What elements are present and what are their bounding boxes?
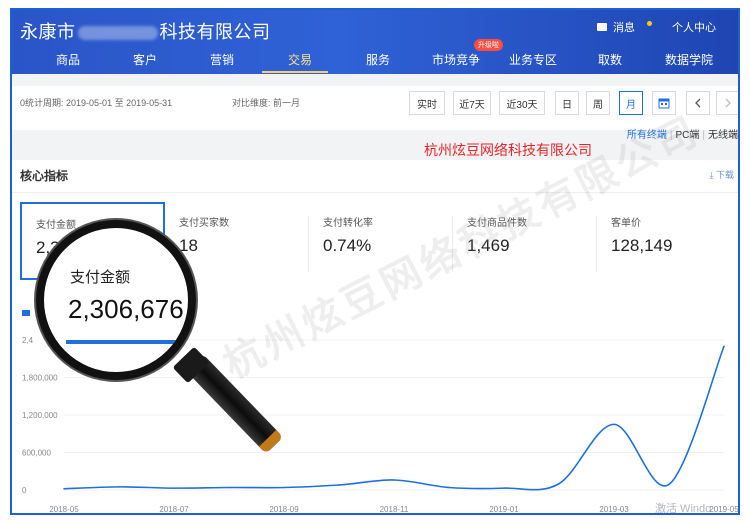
y-tick-label: 1,800,000 [22, 374, 58, 383]
divider [12, 192, 738, 193]
metric-value: 128,149 [611, 236, 673, 255]
data-point [668, 483, 670, 486]
x-tick-label: 2019-05 [709, 505, 738, 514]
data-point [448, 486, 450, 489]
envelope-icon[interactable] [597, 23, 607, 31]
series-line-pay-amount [63, 345, 725, 491]
previous-button[interactable] [686, 91, 710, 115]
chevron-right-icon [725, 98, 731, 108]
last-30-days-button[interactable]: 近30天 [499, 91, 545, 115]
stat-period-label: 0统计周期: [20, 98, 64, 108]
activate-windows-text: 激活 Windo [655, 503, 712, 515]
nav-item-business-zone[interactable]: 业务专区 [509, 51, 557, 68]
compare-label: 对比维度: [232, 98, 271, 108]
data-point [228, 486, 230, 489]
metric-label: 支付转化率 [323, 218, 373, 229]
metric-pay-amount[interactable]: 支付金额 2,306,676 [20, 202, 165, 280]
y-tick-label: 600,000 [22, 449, 51, 458]
shop-title-prefix: 永康市 [20, 22, 76, 42]
metric-value: 1,469 [467, 236, 510, 255]
metric-pay-buyers[interactable]: 支付买家数 18 [165, 202, 310, 280]
nav-item-trade[interactable]: 交易 [288, 51, 312, 68]
data-point [503, 487, 505, 489]
x-tick-label: 2018-09 [269, 505, 299, 514]
core-indicators-panel: 核心指标 ⤓ 下载 支付金额 2,306,676 支付买家数 18 支付转化率 … [12, 160, 738, 514]
x-tick-label: 2018-07 [159, 505, 189, 514]
shop-title: 永康市 科技有限公司 [20, 18, 271, 44]
notification-dot [647, 20, 652, 26]
data-point [283, 486, 285, 489]
data-point [723, 345, 725, 348]
x-tick-label: 2019-03 [599, 505, 629, 514]
x-tick-label: 2018-05 [49, 505, 79, 514]
data-point [63, 487, 65, 490]
download-label: 下载 [715, 170, 734, 180]
x-tick-label: 2018-11 [380, 505, 409, 514]
filter-bar: 0统计周期: 2019-05-01 至 2019-05-31 对比维度: 前一月… [12, 86, 738, 130]
y-tick-label: 0 [22, 486, 27, 495]
top-header: 永康市 科技有限公司 消息 个人中心 商品 客户 营销 交易 服务 市场竞争 升级… [12, 10, 738, 74]
x-tick-label: 2019-01 [489, 505, 519, 514]
data-point [613, 423, 615, 426]
metric-label: 客单价 [611, 218, 641, 229]
separator: | [669, 130, 673, 141]
terminal-switch: 所有终端 | PC端 | 无线端 [627, 126, 738, 141]
messages-link[interactable]: 消息 [613, 19, 635, 35]
metric-avg-order-value[interactable]: 客单价 128,149 [597, 202, 738, 280]
day-button[interactable]: 日 [555, 91, 579, 115]
shop-title-suffix: 科技有限公司 [159, 22, 271, 42]
y-tick-label: 2,4 [22, 336, 34, 345]
stat-period-value: 2019-05-01 至 2019-05-31 [66, 98, 173, 108]
metric-label: 支付买家数 [179, 218, 229, 229]
company-name-overlay: 杭州炫豆网络科技有限公司 [424, 142, 592, 158]
nav-item-service[interactable]: 服务 [366, 51, 390, 68]
metric-label: 支付金额 [36, 220, 76, 231]
data-point [173, 487, 175, 489]
header-right: 消息 个人中心 [597, 19, 716, 35]
app-window: 永康市 科技有限公司 消息 个人中心 商品 客户 营销 交易 服务 市场竞争 升级… [10, 8, 740, 515]
compare-value[interactable]: 前一月 [273, 98, 300, 108]
week-button[interactable]: 周 [586, 91, 610, 115]
stat-period: 0统计周期: 2019-05-01 至 2019-05-31 [20, 96, 172, 109]
nav-item-marketing[interactable]: 营销 [210, 51, 234, 68]
legend-swatch [22, 310, 30, 316]
nav-item-fetch-data[interactable]: 取数 [598, 51, 622, 68]
trend-chart: 0 600,000 1,200,000 1,800,000 2,4 2018-05 2018… [12, 290, 738, 514]
y-tick-label: 1,200,000 [22, 411, 58, 420]
upgrade-badge: 升级啦 [474, 39, 503, 51]
month-button[interactable]: 月 [619, 91, 643, 115]
nav-item-market-competition[interactable]: 市场竞争 [432, 51, 480, 68]
data-point [393, 479, 395, 481]
nav-item-customers[interactable]: 客户 [133, 51, 157, 68]
metric-value: 2,306,676 [36, 238, 112, 257]
metric-value: 18 [179, 236, 198, 255]
user-center-link[interactable]: 个人中心 [672, 19, 716, 35]
nav-item-data-academy[interactable]: 数据学院 [665, 51, 713, 68]
terminal-all[interactable]: 所有终端 [627, 130, 667, 141]
download-link[interactable]: ⤓ 下载 [710, 168, 735, 181]
last-7-days-button[interactable]: 近7天 [453, 91, 491, 115]
realtime-button[interactable]: 实时 [409, 91, 445, 115]
chevron-left-icon [695, 98, 701, 108]
terminal-wireless[interactable]: 无线端 [708, 130, 738, 141]
calendar-icon [658, 98, 670, 109]
metric-value: 0.74% [323, 236, 372, 255]
data-point [558, 482, 560, 485]
metric-conversion-rate[interactable]: 支付转化率 0.74% [309, 202, 454, 280]
nav-item-goods[interactable]: 商品 [56, 51, 80, 68]
calendar-button[interactable] [652, 91, 676, 115]
data-point [338, 484, 340, 486]
trend-chart-svg: 0 600,000 1,200,000 1,800,000 2,4 2018-05 2018… [22, 336, 738, 514]
redacted-name [77, 26, 158, 41]
separator: | [702, 130, 705, 141]
compare-dimension: 对比维度: 前一月 [232, 96, 300, 109]
main-nav: 商品 客户 营销 交易 服务 市场竞争 升级啦 业务专区 取数 数据学院 [12, 39, 738, 74]
metric-items-sold[interactable]: 支付商品件数 1,469 [453, 202, 598, 280]
nav-active-indicator [262, 71, 328, 73]
terminal-pc[interactable]: PC端 [675, 130, 699, 141]
next-button[interactable] [716, 91, 738, 115]
core-indicators-title: 核心指标 [20, 169, 69, 183]
metric-label: 支付商品件数 [467, 218, 527, 229]
data-point [118, 486, 120, 488]
